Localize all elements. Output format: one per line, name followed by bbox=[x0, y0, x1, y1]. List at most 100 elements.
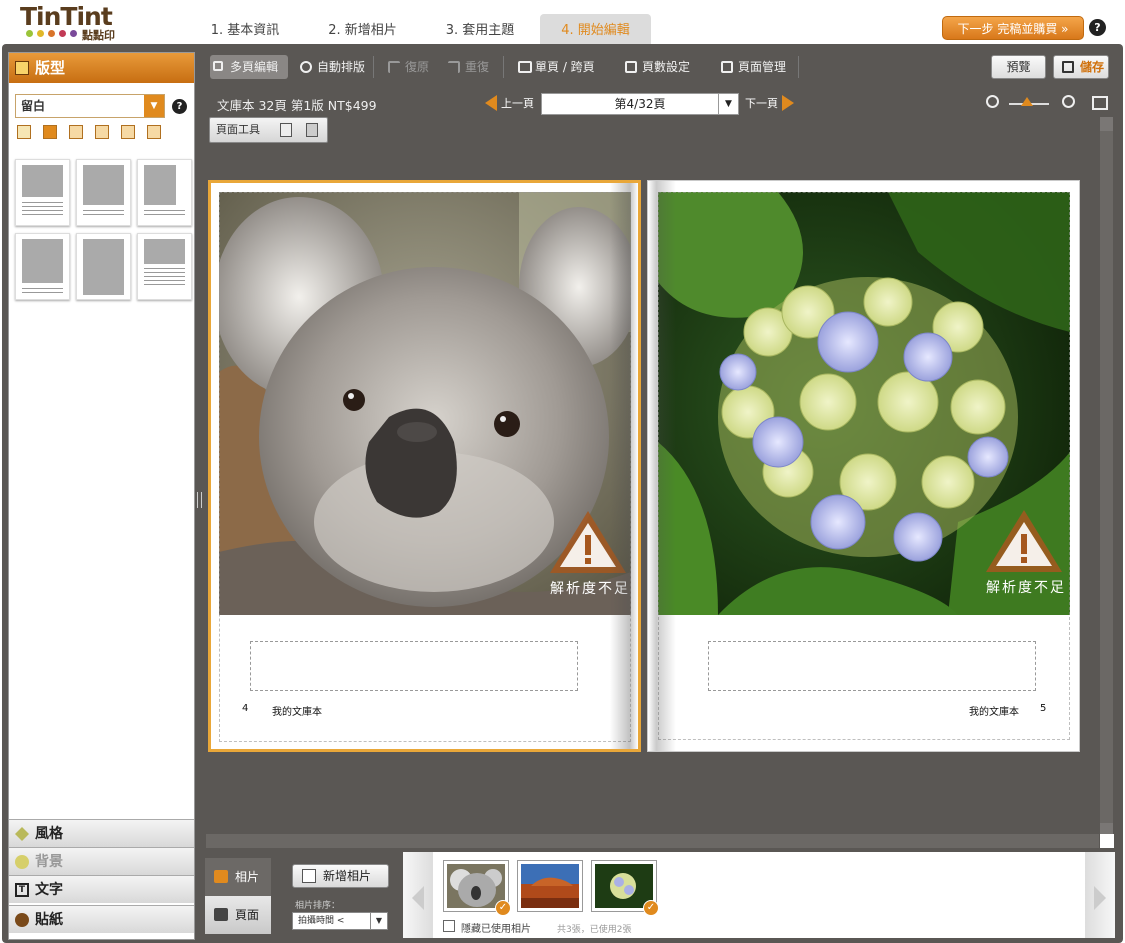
gutter-shadow bbox=[648, 181, 676, 751]
logo-dots bbox=[26, 30, 77, 37]
tab-text[interactable]: T 文字 bbox=[9, 875, 194, 903]
page-footer-title: 我的文庫本 bbox=[969, 707, 1019, 718]
horizontal-scrollbar[interactable] bbox=[206, 834, 1099, 848]
layout-thumbnail[interactable] bbox=[15, 233, 70, 300]
single-spread-label: 單頁 / 跨頁 bbox=[535, 60, 595, 74]
panel-resize-handle[interactable] bbox=[197, 492, 202, 508]
tab-style[interactable]: 風格 bbox=[9, 819, 194, 847]
copy-page-icon[interactable] bbox=[280, 123, 292, 137]
right-page[interactable]: 解析度不足 我的文庫本 5 bbox=[647, 180, 1080, 752]
strip-scroll-right[interactable] bbox=[1085, 852, 1115, 938]
page-number: 4 bbox=[242, 703, 249, 714]
chevron-down-icon[interactable]: ▼ bbox=[718, 94, 738, 114]
save-label: 儲存 bbox=[1079, 60, 1104, 74]
sort-select[interactable]: 拍攝時間 < ▼ bbox=[292, 912, 388, 930]
multi-page-label: 多頁編輯 bbox=[230, 60, 279, 74]
tintint-logo[interactable]: TinTint 點點印 bbox=[20, 4, 130, 43]
safe-area-guide bbox=[219, 192, 631, 742]
chevron-down-icon[interactable]: ▼ bbox=[144, 95, 164, 117]
layout-filter-3-icon[interactable] bbox=[95, 125, 109, 139]
layout-filter-text-icon[interactable] bbox=[17, 125, 31, 139]
layout-filter-5-icon[interactable] bbox=[147, 125, 161, 139]
used-check-icon: ✓ bbox=[643, 900, 659, 916]
toolbar-divider bbox=[503, 56, 504, 78]
tab-background[interactable]: 背景 bbox=[9, 847, 194, 875]
redo-label: 重復 bbox=[465, 60, 490, 74]
left-page[interactable]: 解析度不足 4 我的文庫本 bbox=[208, 180, 641, 752]
photo-thumbnail-koala[interactable]: ✓ bbox=[443, 860, 511, 916]
auto-layout-button[interactable]: 自動排版 bbox=[297, 52, 365, 82]
save-button[interactable]: 儲存 bbox=[1053, 55, 1109, 79]
next-page-button[interactable]: 下一頁 bbox=[745, 95, 794, 111]
toolbar-divider bbox=[798, 56, 799, 78]
layout-thumbnail[interactable] bbox=[15, 159, 70, 226]
layout-style-value: 留白 bbox=[21, 99, 46, 113]
add-photo-button[interactable]: 新增相片 bbox=[292, 864, 389, 888]
zoom-slider-handle[interactable] bbox=[1021, 97, 1033, 106]
undo-icon bbox=[388, 61, 400, 73]
book-info: 文庫本 32頁 第1版 NT$499 bbox=[217, 98, 377, 113]
add-photo-label: 新增相片 bbox=[323, 869, 372, 883]
toolbar: 多頁編輯 自動排版 復原 重復 單頁 / 跨頁 頁數設定 頁面管理 預覽 儲存 bbox=[205, 52, 1117, 82]
photo-strip: ✓ ✓ 隱藏已使用相片 共3張，已使用2張 bbox=[433, 852, 1085, 938]
photo-count-info: 共3張，已使用2張 bbox=[557, 925, 632, 935]
help-icon[interactable]: ? bbox=[1089, 19, 1106, 36]
vertical-scrollbar[interactable] bbox=[1100, 117, 1113, 837]
auto-layout-label: 自動排版 bbox=[317, 60, 366, 74]
step-basic-info[interactable]: 1. 基本資訊 bbox=[190, 14, 300, 44]
step-apply-theme[interactable]: 3. 套用主題 bbox=[420, 14, 540, 44]
layout-filter-4-icon[interactable] bbox=[121, 125, 135, 139]
photo-thumbnail-canyon[interactable] bbox=[517, 860, 583, 912]
undo-button[interactable]: 復原 bbox=[385, 52, 429, 82]
zoom-in-icon[interactable] bbox=[1062, 95, 1075, 108]
tab-photos[interactable]: 相片 bbox=[205, 858, 271, 896]
photo-thumbnail-hydrangea[interactable]: ✓ bbox=[591, 860, 659, 916]
next-step-button[interactable]: 下一步 完稿並購買 » bbox=[942, 16, 1084, 40]
layout-filter-1-icon[interactable] bbox=[43, 125, 57, 139]
toolbar-divider bbox=[373, 56, 374, 78]
chevron-down-icon[interactable]: ▼ bbox=[370, 913, 387, 929]
page-manage-button[interactable]: 頁面管理 bbox=[718, 52, 786, 82]
help-icon[interactable]: ? bbox=[172, 99, 187, 114]
layout-thumbnail[interactable] bbox=[137, 233, 192, 300]
page-number: 5 bbox=[1040, 703, 1047, 714]
zoom-control bbox=[983, 94, 1108, 114]
hide-used-checkbox[interactable]: 隱藏已使用相片 bbox=[443, 920, 531, 935]
page-manage-label: 頁面管理 bbox=[738, 60, 787, 74]
page-tools[interactable]: 頁面工具 bbox=[209, 117, 328, 143]
tab-text-label: 文字 bbox=[35, 882, 63, 898]
page-footer-title: 我的文庫本 bbox=[272, 707, 322, 718]
page-settings-icon bbox=[625, 61, 637, 73]
layout-thumbnail[interactable] bbox=[76, 159, 131, 226]
step-add-photos[interactable]: 2. 新增相片 bbox=[305, 14, 420, 44]
scroll-up-icon[interactable] bbox=[1100, 117, 1113, 131]
paste-page-icon[interactable] bbox=[306, 123, 318, 137]
layout-thumbnail[interactable] bbox=[137, 159, 192, 226]
multi-page-edit-button[interactable]: 多頁編輯 bbox=[210, 55, 288, 79]
background-icon bbox=[15, 855, 29, 869]
redo-button[interactable]: 重復 bbox=[445, 52, 489, 82]
tab-pages[interactable]: 頁面 bbox=[205, 896, 271, 934]
zoom-out-icon[interactable] bbox=[986, 95, 999, 108]
photos-icon bbox=[214, 870, 228, 883]
layout-filter-2-icon[interactable] bbox=[69, 125, 83, 139]
add-photo-icon bbox=[302, 869, 316, 883]
layout-style-select[interactable]: 留白 ▼ bbox=[15, 94, 165, 118]
single-spread-button[interactable]: 單頁 / 跨頁 bbox=[515, 52, 595, 82]
preview-button[interactable]: 預覽 bbox=[991, 55, 1046, 79]
page-count-button[interactable]: 頁數設定 bbox=[622, 52, 690, 82]
grid-icon bbox=[213, 61, 223, 71]
layout-panel-header: 版型 bbox=[9, 53, 194, 83]
checkbox-icon[interactable] bbox=[443, 920, 455, 932]
layout-thumbnail[interactable] bbox=[76, 233, 131, 300]
fit-screen-icon[interactable] bbox=[1092, 96, 1108, 110]
scroll-corner bbox=[1100, 834, 1114, 848]
tab-stickers[interactable]: 貼紙 bbox=[9, 905, 194, 933]
arrow-left-icon bbox=[485, 95, 497, 111]
page-select[interactable]: 第4/32頁 ▼ bbox=[541, 93, 739, 115]
prev-page-button[interactable]: 上一頁 bbox=[485, 95, 534, 111]
undo-label: 復原 bbox=[405, 60, 430, 74]
step-start-editing[interactable]: 4. 開始編輯 bbox=[540, 14, 651, 44]
strip-scroll-left[interactable] bbox=[403, 852, 433, 938]
tab-photos-label: 相片 bbox=[235, 870, 260, 884]
